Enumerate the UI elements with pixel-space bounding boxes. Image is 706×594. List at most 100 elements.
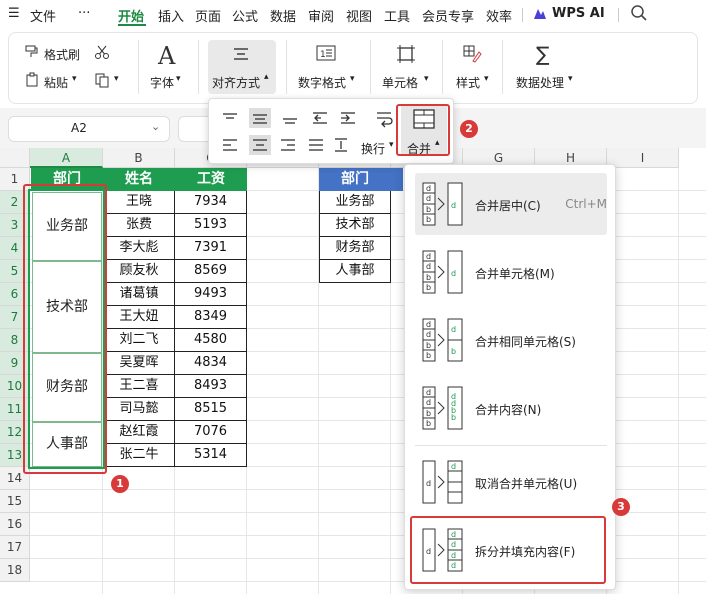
number-format-label[interactable]: 数字格式 — [298, 74, 346, 91]
unmerge-option[interactable]: d d 取消合并单元格(U) — [415, 451, 607, 513]
table-cell-salary[interactable]: 8515 — [175, 398, 247, 421]
chevron-down-icon[interactable]: ▾ — [176, 74, 181, 84]
col-header-b[interactable]: B — [103, 148, 175, 168]
format-painter-label[interactable]: 格式刷 — [44, 46, 80, 63]
table-cell-name[interactable]: 王大妞 — [103, 306, 175, 329]
merge-same-option[interactable]: ddbb db 合并相同单元格(S) — [415, 309, 607, 371]
merge-center-option[interactable]: ddbb d 合并居中(C) Ctrl+M — [415, 173, 607, 235]
chevron-down-icon[interactable]: ⌄ — [151, 120, 160, 133]
tab-insert[interactable]: 插入 — [158, 6, 184, 25]
tab-efficiency[interactable]: 效率 — [486, 6, 512, 25]
tab-page[interactable]: 页面 — [195, 6, 221, 25]
font-icon[interactable]: A — [158, 42, 175, 70]
name-box[interactable]: A2 ⌄ — [8, 116, 170, 142]
svg-text:d: d — [426, 388, 431, 397]
chevron-down-icon[interactable]: ▾ — [350, 74, 355, 84]
table-cell-name[interactable]: 张费 — [103, 214, 175, 237]
active-tab-indicator — [118, 24, 146, 26]
table-cell-name[interactable]: 李大彪 — [103, 237, 175, 260]
table-cell-name[interactable]: 顾友秋 — [103, 260, 175, 283]
chevron-down-icon[interactable]: ▾ — [424, 74, 429, 84]
format-painter-icon[interactable] — [24, 44, 40, 60]
table-cell-salary[interactable]: 7934 — [175, 191, 247, 214]
tab-view[interactable]: 视图 — [346, 6, 372, 25]
chevron-down-icon[interactable]: ▾ — [568, 74, 573, 84]
table-cell-name[interactable]: 司马懿 — [103, 398, 175, 421]
table-cell-salary[interactable]: 5193 — [175, 214, 247, 237]
data-processing-label[interactable]: 数据处理 — [516, 74, 564, 91]
paste-icon[interactable] — [24, 72, 40, 88]
chevron-down-icon[interactable]: ▾ — [484, 74, 489, 84]
svg-text:d: d — [451, 201, 456, 210]
cell-icon[interactable] — [396, 44, 416, 64]
table-cell-name[interactable]: 吴夏晖 — [103, 352, 175, 375]
style-label[interactable]: 样式 — [456, 74, 480, 91]
tab-formula[interactable]: 公式 — [232, 6, 258, 25]
table-header-name[interactable]: 姓名 — [103, 168, 175, 191]
col-header-a[interactable]: A — [30, 148, 103, 168]
row-header-18[interactable]: 18 — [0, 559, 30, 582]
table-cell-salary[interactable]: 5314 — [175, 444, 247, 467]
col-header-i[interactable]: I — [607, 148, 679, 168]
ribbon-divider — [370, 40, 371, 94]
sigma-icon[interactable]: ∑ — [536, 42, 549, 66]
align-icon[interactable] — [232, 46, 250, 62]
step-badge-1: 1 — [111, 475, 129, 493]
paste-label[interactable]: 粘贴 — [44, 74, 68, 91]
merge-content-option[interactable]: ddbb ddbb 合并内容(N) — [415, 377, 607, 439]
table-cell-salary[interactable]: 7391 — [175, 237, 247, 260]
svg-text:d: d — [426, 320, 431, 329]
cell-label[interactable]: 单元格 — [382, 74, 418, 91]
table-cell-salary[interactable]: 7076 — [175, 421, 247, 444]
row-header-16[interactable]: 16 — [0, 513, 30, 536]
wps-ai-button[interactable]: WPS AI — [552, 6, 605, 21]
tab-data[interactable]: 数据 — [270, 6, 296, 25]
select-all-corner[interactable] — [0, 148, 30, 168]
style-icon[interactable] — [462, 44, 482, 64]
table-cell-salary[interactable]: 8569 — [175, 260, 247, 283]
chevron-up-icon[interactable]: ▴ — [264, 72, 269, 82]
table-cell-name[interactable]: 诸葛镇 — [103, 283, 175, 306]
table-cell-name[interactable]: 王二喜 — [103, 375, 175, 398]
table-cell-name[interactable]: 赵红霞 — [103, 421, 175, 444]
chevron-down-icon[interactable]: ▾ — [389, 140, 394, 150]
row-header-17[interactable]: 17 — [0, 536, 30, 559]
tab-review[interactable]: 审阅 — [308, 6, 334, 25]
side-table-cell[interactable]: 人事部 — [319, 260, 391, 283]
chevron-down-icon[interactable]: ▾ — [72, 74, 77, 84]
align-label[interactable]: 对齐方式 — [212, 74, 260, 91]
merge-option-label: 合并内容(N) — [475, 403, 542, 417]
table-cell-salary[interactable]: 4834 — [175, 352, 247, 375]
align-buttons-icon[interactable] — [217, 107, 417, 161]
chevron-down-icon[interactable]: ▾ — [114, 74, 119, 84]
wrap-label[interactable]: 换行 — [361, 140, 385, 157]
side-table-cell[interactable]: 财务部 — [319, 237, 391, 260]
table-cell-salary[interactable]: 9493 — [175, 283, 247, 306]
side-table-header[interactable]: 部门 — [319, 168, 391, 191]
tab-member[interactable]: 会员专享 — [422, 6, 474, 25]
menu-divider — [522, 8, 523, 22]
tab-home[interactable]: 开始 — [118, 6, 144, 25]
number-format-icon[interactable]: 1 — [316, 44, 336, 62]
search-icon[interactable] — [630, 4, 648, 22]
more-menu[interactable]: ··· — [78, 6, 90, 21]
merge-cells-option[interactable]: ddbb d 合并单元格(M) — [415, 241, 607, 303]
side-table-cell[interactable]: 业务部 — [319, 191, 391, 214]
table-cell-salary[interactable]: 8349 — [175, 306, 247, 329]
tab-tools[interactable]: 工具 — [384, 6, 410, 25]
row-header-15[interactable]: 15 — [0, 490, 30, 513]
table-header-salary[interactable]: 工资 — [175, 168, 247, 191]
table-cell-salary[interactable]: 8493 — [175, 375, 247, 398]
file-menu[interactable]: 文件 — [30, 6, 56, 25]
table-cell-name[interactable]: 王晓 — [103, 191, 175, 214]
table-cell-name[interactable]: 刘二飞 — [103, 329, 175, 352]
cut-icon[interactable] — [94, 44, 110, 60]
hamburger-icon[interactable]: ☰ — [8, 6, 20, 21]
table-cell-salary[interactable]: 4580 — [175, 329, 247, 352]
font-label[interactable]: 字体 — [150, 74, 174, 91]
side-table-cell[interactable]: 技术部 — [319, 214, 391, 237]
svg-text:b: b — [426, 283, 431, 292]
table-cell-name[interactable]: 张二牛 — [103, 444, 175, 467]
copy-icon[interactable] — [94, 72, 110, 88]
unmerge-icon: d d — [422, 460, 463, 504]
